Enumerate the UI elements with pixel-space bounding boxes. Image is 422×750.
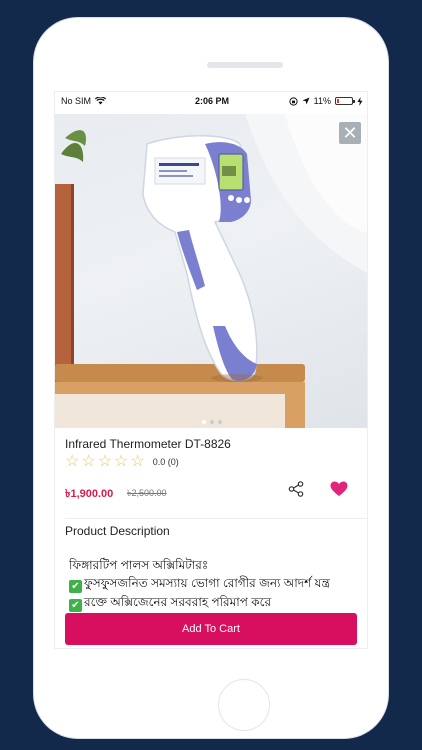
star-icon: ☆ [65, 453, 80, 470]
share-icon[interactable] [288, 481, 304, 497]
status-bar: No SIM 2:06 PM 11% [55, 92, 367, 112]
status-right-group: 11% [289, 96, 363, 106]
description-line: ফিঙ্গারটিপ পালস অক্সিমিটারঃ [69, 558, 209, 572]
charging-icon [357, 96, 363, 106]
battery-fill [337, 99, 339, 103]
star-icon: ☆ [81, 453, 96, 470]
home-button[interactable] [218, 679, 270, 731]
rating-stars: ☆ ☆ ☆ ☆ ☆ [65, 454, 145, 470]
star-icon: ☆ [97, 453, 113, 470]
add-to-cart-button[interactable]: Add To Cart [65, 613, 357, 645]
rating-value: 0.0 (0) [152, 457, 179, 467]
description-line: ✔ ফুসফুসজনিত সমস্যায় ভোগা রোগীর জন্য আদর… [69, 574, 361, 593]
gallery-pagination [55, 420, 367, 424]
close-icon[interactable]: ✕ [339, 122, 361, 144]
pagination-dot[interactable] [202, 420, 206, 424]
product-image-gallery[interactable]: ✕ [55, 114, 367, 428]
check-icon: ✔ [69, 599, 82, 612]
pagination-dot[interactable] [210, 420, 214, 424]
divider [65, 518, 367, 519]
product-image [55, 114, 367, 428]
star-icon: ☆ [114, 453, 129, 470]
description-line: ✔ রক্তে অক্সিজেনের সরবরাহ পরিমাপ করে [69, 593, 361, 612]
rating-row[interactable]: ☆ ☆ ☆ ☆ ☆ 0.0 (0) [65, 454, 179, 470]
phone-speaker [207, 62, 283, 68]
price: ৳1,900.00 [65, 488, 114, 500]
battery-icon [335, 97, 355, 105]
app-screen: No SIM 2:06 PM 11% ✕ Infrared Thermomete… [54, 91, 368, 649]
old-price: ৳2,500.00 [127, 488, 167, 498]
description-heading: Product Description [65, 524, 170, 538]
description-body: ফিঙ্গারটিপ পালস অক্সিমিটারঃ ✔ ফুসফুসজনিত … [69, 556, 361, 612]
heart-icon[interactable] [330, 481, 348, 497]
pagination-dot[interactable] [218, 420, 222, 424]
battery-percent: 11% [313, 96, 331, 106]
star-icon: ☆ [130, 453, 145, 470]
product-title: Infrared Thermometer DT-8826 [65, 437, 231, 451]
check-icon: ✔ [69, 580, 82, 593]
location-icon [302, 97, 310, 105]
lock-rotation-icon [289, 96, 298, 106]
